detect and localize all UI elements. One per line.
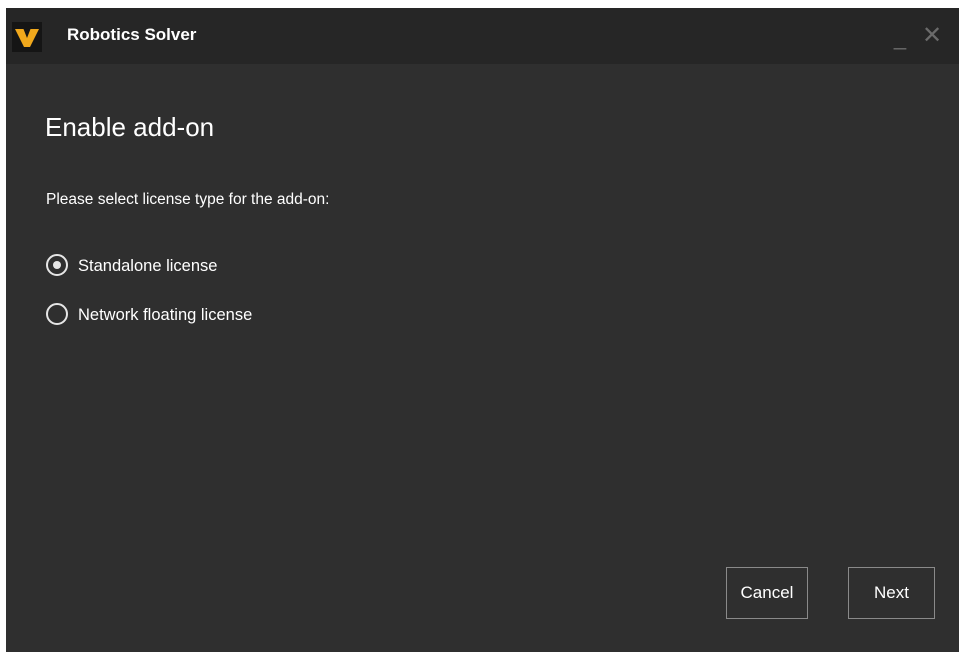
app-logo-icon	[12, 22, 42, 52]
cancel-button[interactable]: Cancel	[726, 567, 808, 619]
title-bar[interactable]: Robotics Solver _ ✕	[6, 8, 959, 64]
dialog-window: Robotics Solver _ ✕ Enable add-on Please…	[6, 8, 959, 652]
radio-selected-icon[interactable]	[46, 254, 68, 276]
network-floating-license-label[interactable]: Network floating license	[78, 304, 252, 326]
standalone-license-label[interactable]: Standalone license	[78, 255, 217, 277]
window-title: Robotics Solver	[67, 25, 197, 44]
page-title: Enable add-on	[45, 112, 215, 142]
close-icon[interactable]: ✕	[919, 22, 945, 50]
license-prompt: Please select license type for the add-o…	[46, 191, 330, 208]
minimize-icon[interactable]: _	[887, 22, 913, 50]
radio-unselected-icon[interactable]	[46, 303, 68, 325]
next-button[interactable]: Next	[848, 567, 935, 619]
radio-dot	[53, 261, 61, 269]
